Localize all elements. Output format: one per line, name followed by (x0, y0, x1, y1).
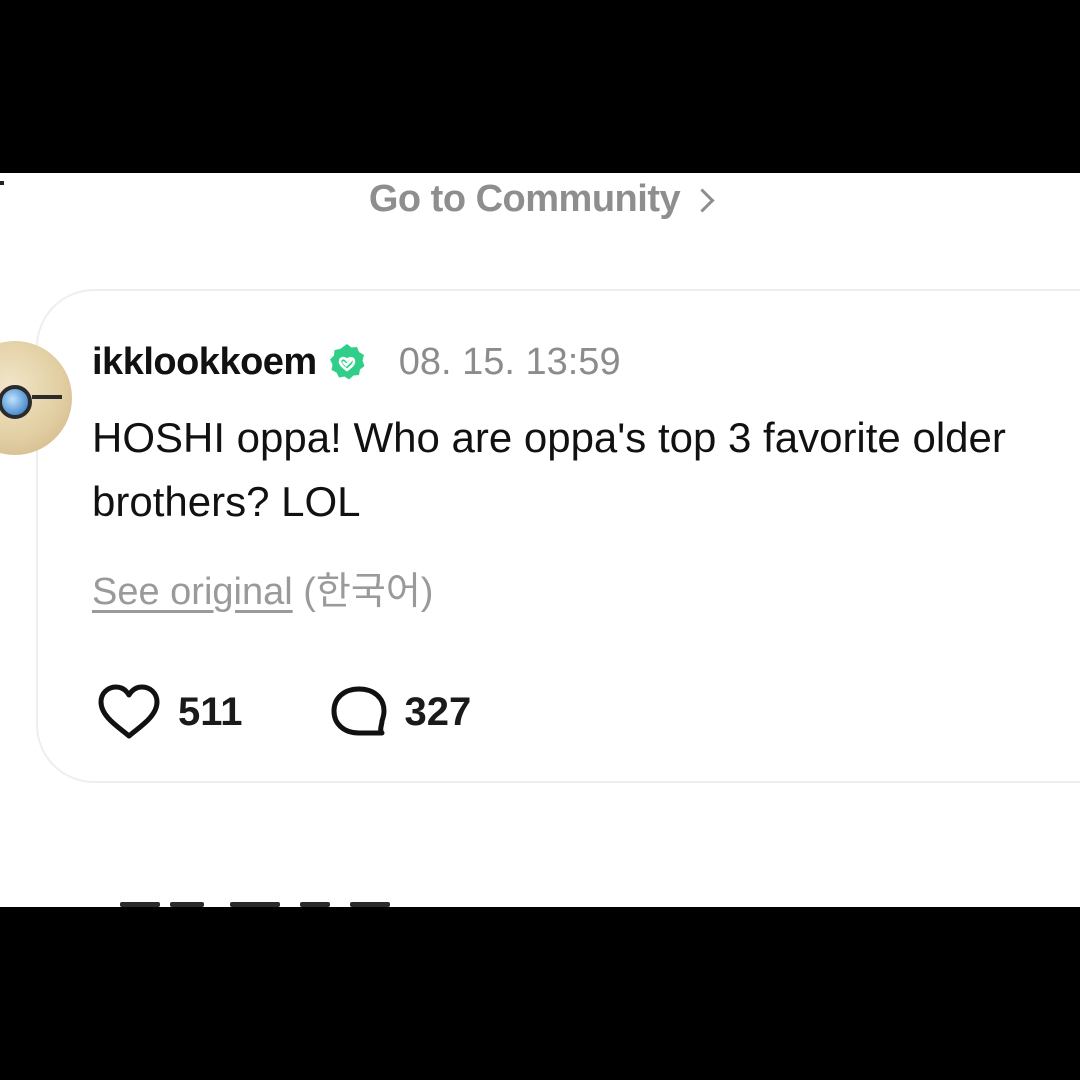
app-screen: Go to Community (0, 173, 1080, 907)
see-original-row: See original (한국어) (92, 560, 433, 615)
post-header: ikklookkoem 08. 15. 13:59 (92, 336, 621, 388)
post-actions: 511 327 (96, 680, 471, 744)
like-button[interactable]: 511 (96, 682, 243, 742)
verified-badge-icon (327, 342, 367, 382)
chevron-right-icon (690, 187, 715, 213)
next-post-peek (0, 896, 1080, 907)
go-to-community-label: Go to Community (368, 177, 681, 220)
glasses-lens-icon (0, 385, 32, 419)
speech-bubble-icon (331, 686, 387, 736)
post-timestamp: 08. 15. 13:59 (398, 340, 621, 383)
comment-button[interactable]: 327 (329, 684, 472, 740)
glasses-arm (32, 395, 62, 399)
comment-count: 327 (404, 689, 472, 734)
post-body: HOSHI oppa! Who are oppa's top 3 favorit… (92, 414, 1006, 525)
original-language-label: (한국어) (303, 571, 434, 613)
video-frame: Go to Community ikklookkoem 08. 15. 13:5… (0, 0, 1080, 1080)
see-original-link[interactable]: See original (92, 571, 293, 613)
edge-dot (0, 181, 4, 185)
heart-outline-icon (98, 684, 160, 739)
like-count: 511 (178, 689, 243, 734)
username[interactable]: ikklookkoem (92, 341, 317, 384)
go-to-community-link[interactable]: Go to Community (0, 173, 1080, 225)
